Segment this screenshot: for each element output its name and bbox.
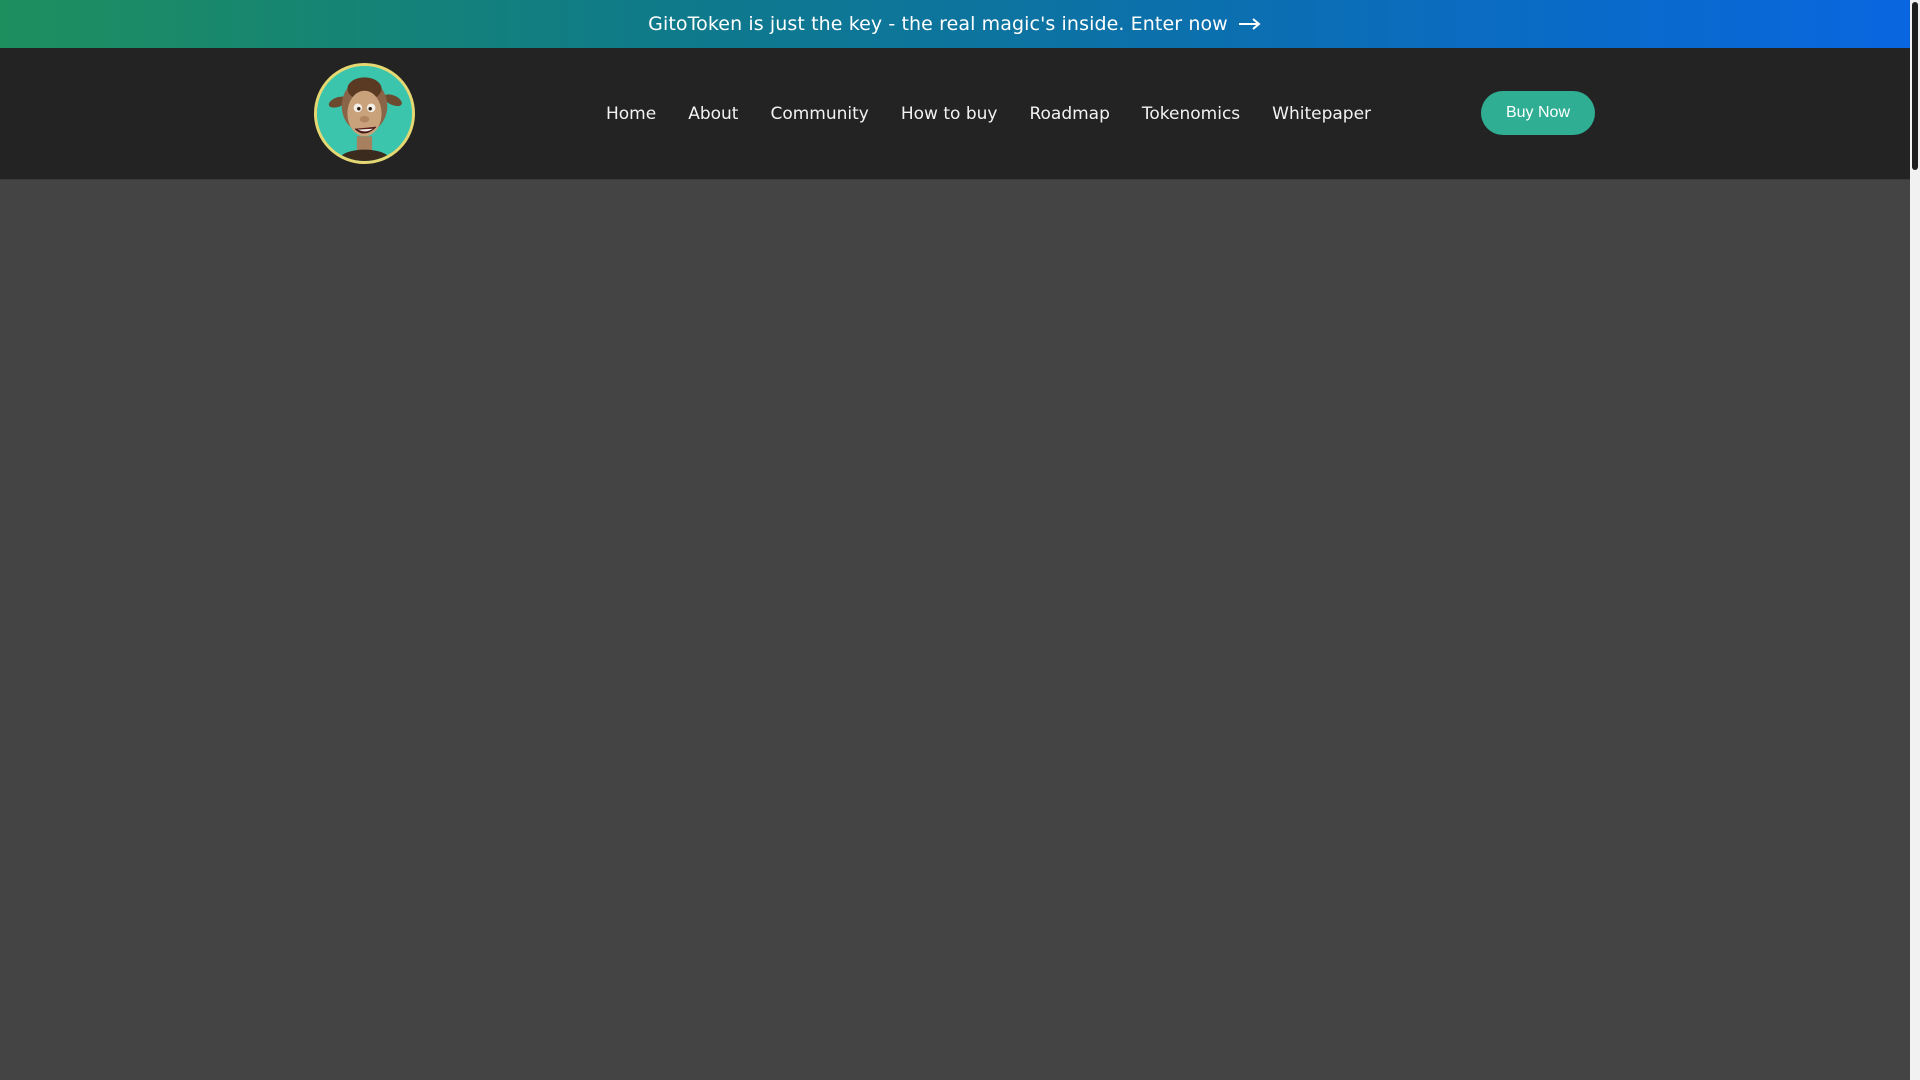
announcement-text: GitoToken is just the key - the real mag… (648, 13, 1228, 35)
cartoon-character-logo-icon (317, 66, 412, 161)
scrollbar-thumb[interactable] (1912, 2, 1918, 170)
nav-how-to-buy[interactable]: How to buy (885, 104, 1014, 124)
site-header: Home About Community How to buy Roadmap … (0, 48, 1910, 180)
nav-tokenomics[interactable]: Tokenomics (1126, 104, 1256, 124)
nav-whitepaper[interactable]: Whitepaper (1256, 104, 1387, 124)
hero-section (0, 181, 1910, 1080)
page-scrollbar[interactable] (1910, 0, 1920, 1080)
announcement-link[interactable]: GitoToken is just the key - the real mag… (648, 13, 1262, 35)
nav-community[interactable]: Community (754, 104, 884, 124)
buy-now-button[interactable]: Buy Now (1481, 91, 1595, 135)
announcement-bar: GitoToken is just the key - the real mag… (0, 0, 1910, 48)
logo[interactable] (314, 63, 415, 164)
nav-about[interactable]: About (672, 104, 754, 124)
main-nav: Home About Community How to buy Roadmap … (590, 48, 1387, 180)
nav-home[interactable]: Home (590, 104, 672, 124)
arrow-right-icon (1238, 18, 1261, 30)
nav-roadmap[interactable]: Roadmap (1013, 104, 1125, 124)
